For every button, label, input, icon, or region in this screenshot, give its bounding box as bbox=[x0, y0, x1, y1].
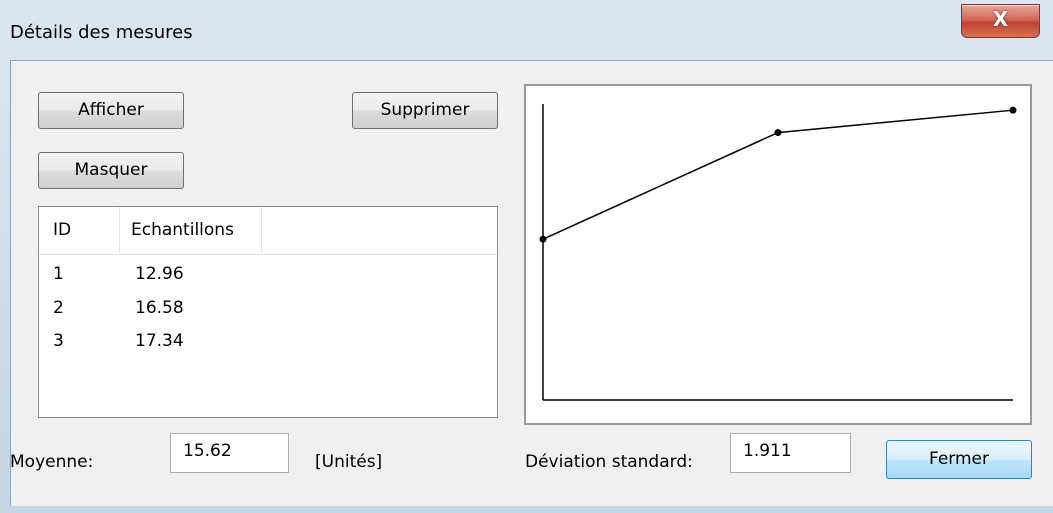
series-layer bbox=[539, 106, 1017, 243]
samples-list[interactable]: ID Echantillons 1 12.96 2 16.58 3 17.34 bbox=[38, 206, 498, 418]
table-row[interactable]: 3 17.34 bbox=[39, 329, 497, 354]
row-value: 12.96 bbox=[135, 264, 184, 284]
row-id: 1 bbox=[53, 264, 64, 284]
chart-panel bbox=[523, 83, 1033, 426]
column-header-samples[interactable]: Echantillons bbox=[131, 207, 234, 253]
dialog-window: Détails des mesures X Afficher Supprimer… bbox=[0, 0, 1053, 513]
data-point bbox=[539, 235, 547, 243]
column-divider[interactable] bbox=[119, 207, 120, 253]
title-bar: Détails des mesures X bbox=[0, 0, 1053, 58]
show-button[interactable]: Afficher bbox=[38, 92, 184, 129]
close-button[interactable]: Fermer bbox=[886, 440, 1032, 479]
column-header-id[interactable]: ID bbox=[53, 207, 71, 253]
close-icon: X bbox=[992, 7, 1009, 31]
row-value: 16.58 bbox=[135, 298, 184, 318]
list-header: ID Echantillons bbox=[39, 207, 497, 255]
row-id: 2 bbox=[53, 298, 64, 318]
row-value: 17.34 bbox=[135, 331, 184, 351]
mean-field[interactable]: 15.62 bbox=[170, 433, 289, 473]
window-title: Détails des mesures bbox=[10, 22, 193, 43]
row-id: 3 bbox=[53, 331, 64, 351]
data-point bbox=[774, 129, 782, 137]
delete-button[interactable]: Supprimer bbox=[352, 92, 498, 129]
column-divider[interactable] bbox=[261, 207, 262, 253]
hide-button[interactable]: Masquer bbox=[38, 152, 184, 189]
table-row[interactable]: 2 16.58 bbox=[39, 296, 497, 321]
stddev-label: Déviation standard: bbox=[525, 452, 693, 472]
table-row[interactable]: 1 12.96 bbox=[39, 262, 497, 287]
mean-label: Moyenne: bbox=[10, 452, 94, 472]
line-chart bbox=[539, 104, 1017, 401]
stddev-field[interactable]: 1.911 bbox=[730, 433, 851, 473]
data-point bbox=[1009, 106, 1017, 114]
unit-label: [Unités] bbox=[315, 452, 383, 472]
close-window-button[interactable]: X bbox=[961, 4, 1040, 38]
